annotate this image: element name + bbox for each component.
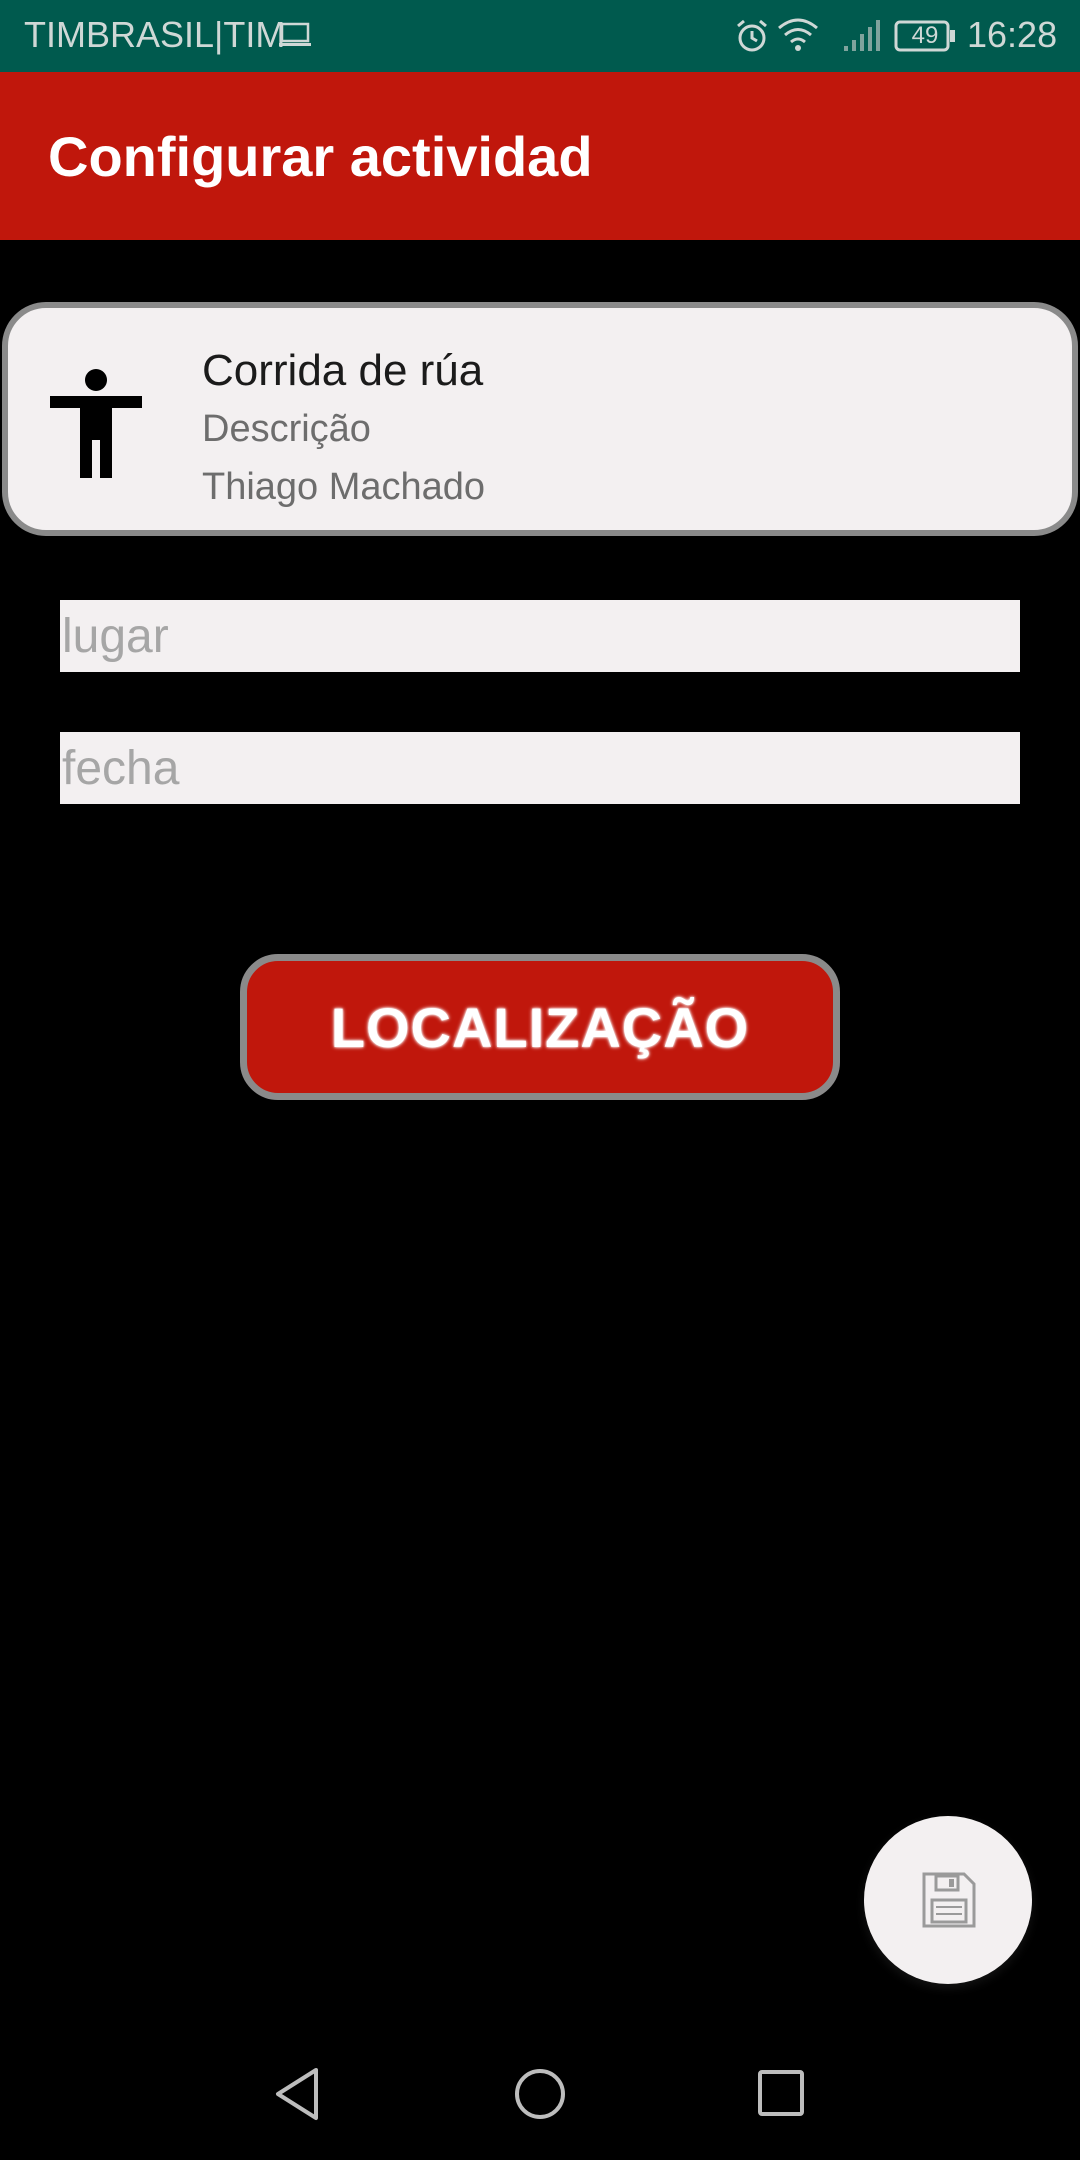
signal-icon (842, 18, 882, 57)
app-bar: Configurar actividad (0, 72, 1080, 240)
activity-description: Descrição (202, 408, 371, 450)
alarm-icon (734, 18, 770, 59)
activity-author: Thiago Machado (202, 466, 486, 508)
page-title: Configurar actividad (48, 125, 593, 188)
home-icon[interactable] (512, 2066, 568, 2127)
clock: 16:28 (967, 14, 1058, 55)
activity-title: Corrida de rúa (202, 346, 484, 395)
person-icon (44, 368, 148, 485)
battery-level: 49 (911, 22, 939, 49)
lugar-input[interactable] (60, 600, 1020, 672)
location-button[interactable]: LOCALIZAÇÃO (240, 954, 840, 1100)
save-button[interactable] (864, 1816, 1032, 1984)
laptop-icon (278, 22, 312, 53)
activity-card[interactable]: Corrida de rúa Descrição Thiago Machado (2, 302, 1078, 536)
status-bar: TIMBRASIL|TIM 49 16:28 (0, 0, 1080, 72)
save-icon (922, 1872, 976, 1928)
navigation-bar (0, 2024, 1080, 2160)
back-icon[interactable] (270, 2066, 326, 2127)
fecha-input[interactable] (60, 732, 1020, 804)
wifi-icon (776, 16, 820, 59)
carrier-name: TIMBRASIL|TIM (24, 14, 286, 55)
recents-icon[interactable] (756, 2068, 806, 2123)
